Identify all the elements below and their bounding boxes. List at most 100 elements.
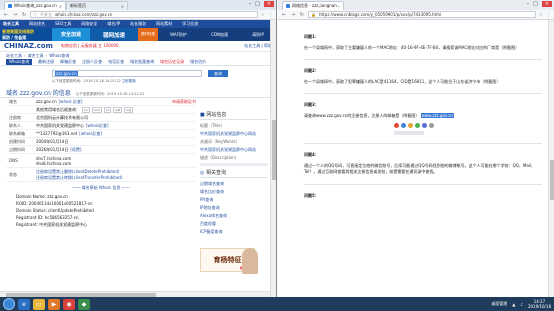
minimize-icon[interactable]: –: [527, 1, 530, 7]
close-window-icon[interactable]: ×: [263, 1, 274, 7]
search-button[interactable]: 查询: [208, 70, 228, 77]
back-icon[interactable]: ←: [3, 12, 9, 18]
network-icon[interactable]: ▲: [512, 302, 515, 307]
whois-reverse-link[interactable]: [whois 反查]: [59, 99, 83, 105]
qq-icon[interactable]: [401, 123, 406, 128]
sidebar-item[interactable]: 过期域名查询: [200, 181, 268, 187]
minimize-icon[interactable]: –: [249, 1, 252, 7]
maximize-icon[interactable]: □: [255, 1, 260, 7]
right-tab-blog[interactable]: 网络信息 - zzz.jiangnan... ×: [282, 1, 344, 10]
vertical-scrollbar[interactable]: [548, 20, 554, 297]
forward-icon[interactable]: →: [290, 12, 296, 18]
menu-item[interactable]: 网站排名: [29, 21, 45, 27]
qzone-icon[interactable]: [408, 123, 413, 128]
weibo-icon[interactable]: [394, 123, 399, 128]
chrome-icon[interactable]: ◉: [63, 298, 75, 310]
table-row: 联系人 中共国家机关党建监察中心 [whois反查]: [6, 122, 196, 130]
clock[interactable]: 14:27 2019/10/18: [528, 299, 551, 309]
info-icon: ⓘ: [33, 11, 37, 17]
subnav-tab[interactable]: 电话反查: [108, 59, 124, 65]
suffix-tag[interactable]: com: [91, 106, 102, 113]
refresh-link[interactable]: 立即更新: [122, 79, 136, 83]
ad-image[interactable]: [242, 248, 258, 274]
scroll-thumb[interactable]: [272, 120, 276, 180]
suffix-tag[interactable]: cn: [82, 106, 90, 113]
banner-weak-net[interactable]: 弱网加速: [90, 28, 138, 41]
menu-icon[interactable]: ⋮: [546, 12, 551, 18]
domain-search-input[interactable]: zzz.gov.cn: [52, 70, 202, 77]
subnav-tab-whois[interactable]: Whois查询: [6, 59, 33, 65]
close-tab-icon[interactable]: ×: [59, 4, 62, 9]
folder-icon[interactable]: ▭: [33, 298, 45, 310]
menu-icon[interactable]: ⋮: [268, 12, 273, 18]
menu-item[interactable]: 网站素材: [156, 21, 172, 27]
sidebar-item[interactable]: 中共国家机关党建监察中心网站: [200, 147, 268, 153]
sidebar-item[interactable]: IP地址查询: [200, 205, 268, 211]
sidebar-item[interactable]: ICP备案查询: [200, 229, 268, 235]
banner-security[interactable]: 安全加速: [52, 28, 90, 41]
renew-link[interactable]: [续费]: [70, 147, 81, 153]
bookmark-star-icon[interactable]: ☆: [261, 12, 265, 18]
scroll-thumb[interactable]: [550, 160, 554, 200]
whois-reverse-link[interactable]: [whois反查]: [79, 131, 102, 137]
url-field[interactable]: ⓘ 不安全 whois.chinaz.com/zzz.gov.cn: [30, 11, 258, 18]
share-icon[interactable]: [422, 123, 427, 128]
wechat-icon[interactable]: [415, 123, 420, 128]
close-tab-icon[interactable]: ×: [343, 4, 344, 9]
vertical-scrollbar[interactable]: [270, 20, 276, 297]
sidebar-item: 描述（Description）: [200, 155, 239, 160]
header-links[interactable]: 站长工具 | 帮助: [244, 43, 272, 49]
breadcrumb-item[interactable]: 站长工具: [6, 53, 22, 59]
sidebar-item[interactable]: Alexa排名查询: [200, 213, 268, 219]
menu-item[interactable]: 域名/IP: [107, 21, 120, 27]
subnav-tab[interactable]: 注册人反查: [82, 59, 102, 65]
sidebar-item[interactable]: 百度权重: [200, 221, 268, 227]
more-icon[interactable]: [429, 123, 434, 128]
suffix-tag[interactable]: net: [113, 106, 123, 113]
divider: [304, 93, 542, 94]
breadcrumb-item: Whois查询: [49, 52, 70, 58]
status-link[interactable]: 注册商设置禁止转移(clientTransferProhibited): [36, 175, 122, 181]
close-window-icon[interactable]: ×: [541, 1, 552, 7]
maximize-icon[interactable]: □: [533, 1, 538, 7]
reload-icon[interactable]: ↻: [21, 12, 27, 18]
promo-text[interactable]: 电商应用 | 云服务器 立 100000: [61, 43, 119, 49]
subnav-tab[interactable]: 最新注册: [38, 59, 54, 65]
banner-offer[interactable]: 限时特惠: [138, 28, 158, 41]
sidebar-item[interactable]: PR查询: [200, 197, 268, 203]
desktop-manager[interactable]: 桌面管理: [491, 301, 507, 307]
subnav-tab[interactable]: 域名批量查询: [130, 59, 154, 65]
banner-services[interactable]: WAF防护 CDN加速 高防IP: [158, 28, 276, 41]
media-player-icon[interactable]: ▶: [48, 298, 60, 310]
certificate-link[interactable]: 申请获取证书: [172, 99, 196, 105]
chinaz-logo[interactable]: CHINAZ.com: [4, 42, 53, 50]
menu-item[interactable]: SEO工具: [55, 21, 71, 27]
suffix-tag[interactable]: cc: [103, 106, 112, 113]
close-tab-icon[interactable]: ×: [121, 4, 124, 9]
menu-item[interactable]: 网络安全: [81, 21, 97, 27]
sidebar-item[interactable]: 域名比价查询: [200, 189, 268, 195]
ad-banner[interactable]: 香港美国双线高防 高防 / 免备案 安全加速 弱网加速 限时特惠 WAF防护 C…: [0, 28, 276, 41]
app-icon[interactable]: ◆: [78, 298, 90, 310]
back-icon[interactable]: ←: [281, 12, 287, 18]
start-button[interactable]: [3, 298, 15, 310]
subnav-tab[interactable]: 邮箱反查: [60, 59, 76, 65]
reload-icon[interactable]: ↻: [299, 12, 305, 18]
subnav-tab[interactable]: 域名估价: [190, 59, 206, 65]
url-field[interactable]: 🔒 https://www.cnblogs.com/y_05059901/p/x…: [308, 11, 536, 18]
menu-item[interactable]: 站长服务: [130, 21, 146, 27]
menu-item[interactable]: 学习交流: [182, 21, 198, 27]
volume-icon[interactable]: ♪: [520, 302, 523, 307]
whois-reverse-link[interactable]: [whois反查]: [86, 123, 109, 129]
breadcrumb-item[interactable]: 域名工具: [28, 53, 44, 59]
sidebar-item[interactable]: 中共国家机关党建监察中心网站: [200, 131, 268, 137]
bookmark-star-icon[interactable]: ☆: [539, 12, 543, 18]
ie-icon[interactable]: e: [18, 298, 30, 310]
forward-icon[interactable]: →: [12, 12, 18, 18]
left-tab-new[interactable]: 新标签页 ×: [66, 1, 128, 10]
suffix-tag[interactable]: org: [124, 106, 134, 113]
menu-item[interactable]: 站长工具: [3, 21, 19, 27]
left-tab-whois[interactable]: Whois查询_zzz.gov.cn ×: [4, 1, 66, 10]
banner-hk-us[interactable]: 香港美国双线高防 高防 / 免备案: [0, 28, 52, 41]
subnav-tab[interactable]: 域名历史记录: [160, 59, 184, 65]
